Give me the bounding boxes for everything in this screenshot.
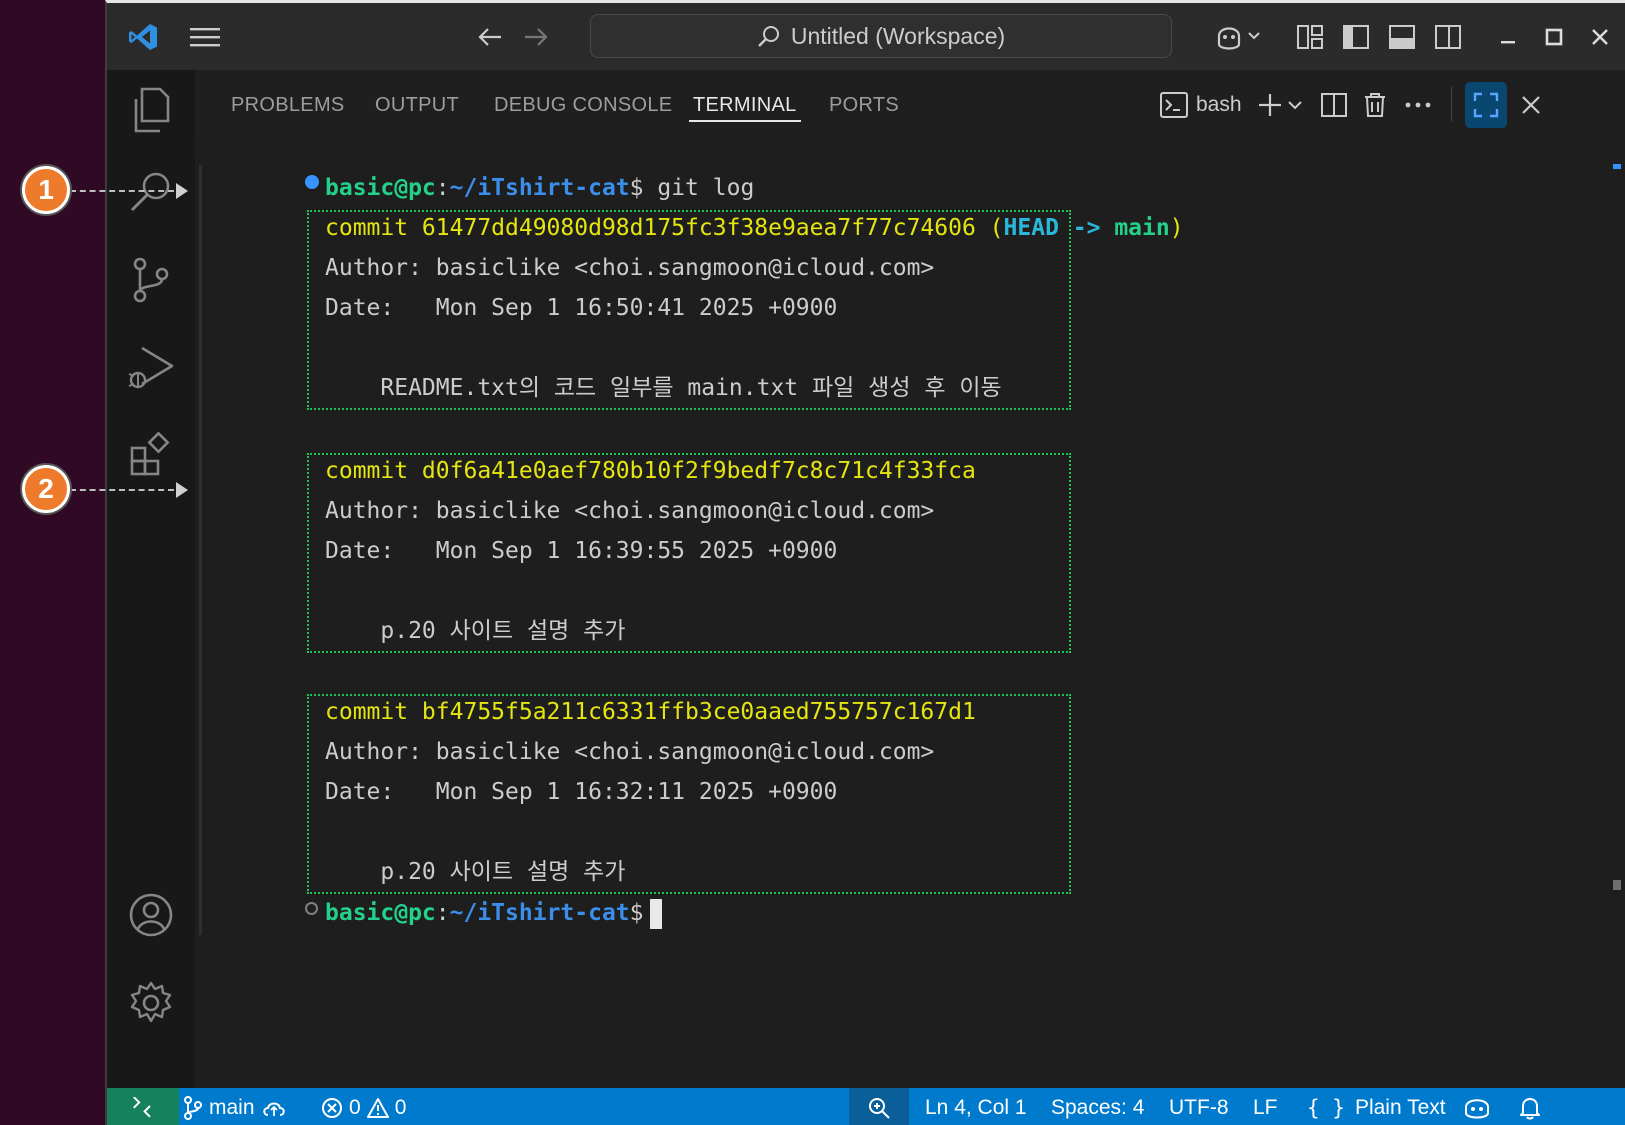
new-terminal-button[interactable]: [1257, 70, 1303, 140]
callout-arrow-icon: [176, 183, 188, 199]
tab-terminal[interactable]: TERMINAL: [689, 70, 801, 140]
accounts-icon[interactable]: [107, 875, 195, 955]
terminal-icon: [1160, 92, 1188, 118]
problems-indicator[interactable]: 0 0: [321, 1088, 406, 1125]
more-actions-icon[interactable]: [1405, 70, 1431, 140]
sync-cloud-icon: [262, 1102, 285, 1116]
commit-date-line: Date: Mon Sep 1 16:50:41 2025 +0900: [325, 295, 838, 321]
close-window-icon[interactable]: [1577, 3, 1623, 70]
commit-hash-line: commit d0f6a41e0aef780b10f2f9bedf7c8c71c…: [325, 458, 976, 484]
language-mode[interactable]: { } Plain Text: [1307, 1088, 1446, 1125]
commit-date-line: Date: Mon Sep 1 16:39:55 2025 +0900: [325, 538, 838, 564]
tab-problems[interactable]: PROBLEMS: [231, 70, 345, 140]
manage-gear-icon[interactable]: [107, 963, 195, 1043]
braces-icon: { }: [1307, 1096, 1345, 1120]
remote-icon: [133, 1097, 151, 1118]
prompt-line: basic@pc:~/iTshirt-cat$: [325, 893, 662, 933]
encoding[interactable]: UTF-8: [1169, 1088, 1229, 1125]
callout-arrow-icon: [176, 482, 188, 498]
chevron-down-icon: [1288, 101, 1302, 110]
command-pending-decoration[interactable]: [305, 902, 318, 915]
customize-layout-icon[interactable]: [1287, 3, 1333, 70]
command-center-search[interactable]: Untitled (Workspace): [590, 14, 1172, 58]
vscode-logo-icon: [117, 3, 169, 70]
commit-author-line: Author: basiclike <choi.sangmoon@icloud.…: [325, 255, 935, 281]
git-branch-icon: [184, 1096, 202, 1120]
tab-output[interactable]: OUTPUT: [375, 70, 459, 140]
notifications-bell-icon[interactable]: [1519, 1088, 1541, 1125]
callout-badge: 2: [22, 465, 70, 513]
zoom-indicator[interactable]: [849, 1088, 909, 1125]
minimize-icon[interactable]: [1485, 3, 1531, 70]
cursor-position[interactable]: Ln 4, Col 1: [925, 1088, 1027, 1125]
activity-bar: [107, 70, 195, 1088]
error-count: 0: [349, 1096, 361, 1119]
shell-name: bash: [1196, 93, 1242, 116]
commit-hash-line: commit 61477dd49080d98d175fc3f38e9aea7f7…: [325, 215, 1184, 241]
callout-connector: [70, 190, 174, 192]
workspace-title: Untitled (Workspace): [790, 22, 1006, 49]
tab-ports[interactable]: PORTS: [829, 70, 899, 140]
close-panel-icon[interactable]: [1521, 70, 1541, 140]
split-terminal-icon[interactable]: [1321, 70, 1347, 140]
toggle-secondary-sidebar-icon[interactable]: [1425, 3, 1471, 70]
menu-icon[interactable]: [179, 3, 231, 70]
back-arrow-icon[interactable]: [467, 3, 513, 70]
callout-connector: [70, 489, 174, 491]
forward-arrow-icon[interactable]: [513, 3, 559, 70]
remote-indicator[interactable]: [107, 1088, 179, 1125]
run-debug-icon[interactable]: [107, 328, 195, 408]
commit-message-line: p.20 사이트 설명 추가: [325, 618, 626, 644]
copilot-status-icon[interactable]: [1463, 1088, 1491, 1125]
maximize-icon[interactable]: [1531, 3, 1577, 70]
plus-icon: [1259, 94, 1281, 116]
commit-message-line: README.txt의 코드 일부를 main.txt 파일 생성 후 이동: [325, 375, 1002, 401]
end-of-line[interactable]: LF: [1253, 1088, 1278, 1125]
prompt-line: basic@pc:~/iTshirt-cat$ git log: [325, 175, 755, 201]
commit-message-line: p.20 사이트 설명 추가: [325, 859, 626, 885]
commit-date-line: Date: Mon Sep 1 16:32:11 2025 +0900: [325, 779, 838, 805]
commit-author-line: Author: basiclike <choi.sangmoon@icloud.…: [325, 739, 935, 765]
toggle-primary-sidebar-icon[interactable]: [1333, 3, 1379, 70]
branch-name: main: [209, 1096, 255, 1119]
warning-icon: [366, 1098, 389, 1118]
status-bar: main 0 0 Ln 4, Col 1 Spaces: 4 UTF-8 LF …: [107, 1088, 1625, 1125]
zoom-icon: [869, 1098, 890, 1119]
callout-badge: 1: [22, 166, 70, 214]
title-bar: Untitled (Workspace): [107, 3, 1625, 70]
indentation[interactable]: Spaces: 4: [1051, 1088, 1144, 1125]
copilot-icon[interactable]: [1207, 3, 1271, 70]
maximize-panel-icon[interactable]: [1465, 82, 1507, 128]
header-divider: [1451, 87, 1452, 121]
language-name: Plain Text: [1354, 1096, 1446, 1119]
toggle-panel-icon[interactable]: [1379, 3, 1425, 70]
terminal-cursor: [649, 898, 662, 929]
warning-count: 0: [394, 1096, 407, 1119]
vscode-window: Untitled (Workspace) PROBLEMS OUTPUT DEB…: [105, 0, 1625, 1125]
command-success-decoration[interactable]: [305, 175, 319, 189]
commit-hash-line: commit bf4755f5a211c6331ffb3ce0aaed75575…: [325, 699, 976, 725]
branch-indicator[interactable]: main: [183, 1088, 287, 1125]
tab-debug-console[interactable]: DEBUG CONSOLE: [494, 70, 672, 140]
terminal-view[interactable]: basic@pc:~/iTshirt-cat$ git log commit 6…: [195, 140, 1625, 1088]
panel-header: PROBLEMS OUTPUT DEBUG CONSOLE TERMINAL P…: [195, 70, 1625, 140]
kill-terminal-trash-icon[interactable]: [1363, 70, 1387, 140]
source-control-icon[interactable]: [107, 240, 195, 320]
terminal-gutter: [199, 165, 202, 935]
commit-author-line: Author: basiclike <choi.sangmoon@icloud.…: [325, 498, 935, 524]
error-icon: [322, 1098, 342, 1118]
scrollbar-marker: [1613, 164, 1621, 169]
search-icon: [757, 26, 779, 47]
explorer-icon[interactable]: [107, 70, 195, 150]
scrollbar-marker: [1613, 880, 1621, 890]
terminal-shell-selector[interactable]: bash: [1160, 70, 1242, 140]
